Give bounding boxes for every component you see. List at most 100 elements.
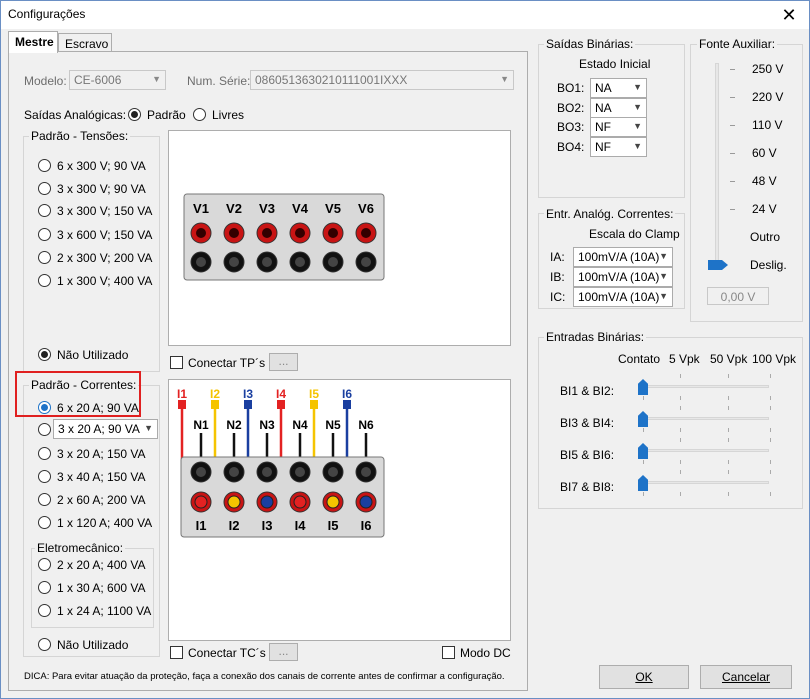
bi-tick: [643, 428, 644, 432]
bi-row-0-label: BI1 & BI2:: [560, 384, 615, 398]
eletro-opt-1-radio[interactable]: [38, 581, 51, 594]
current-label-4: I5: [328, 518, 339, 533]
tab-escravo[interactable]: Escravo: [58, 33, 112, 53]
voltage-terminal-svg: V1 V2 V3 V4 V5 V6: [183, 193, 385, 281]
current-diagram: I1 N1 I2 N2 I3 N3 I4 N4 I5 N5 I6 N6 I1 I2 I3 I4 I5 I6: [168, 379, 511, 641]
tc-browse-button[interactable]: ...: [269, 643, 298, 661]
radio-livres[interactable]: [193, 108, 206, 121]
entradas-bin-title: Entradas Binárias:: [544, 330, 647, 344]
current-plug: [359, 495, 373, 509]
modelo-select[interactable]: CE-6006 ▼: [69, 70, 166, 90]
voltage-jack-hole: [361, 228, 371, 238]
serie-select[interactable]: 0860513630210111001IXXX ▼: [250, 70, 514, 90]
eletro-opt-0-radio[interactable]: [38, 558, 51, 571]
bo-3-select[interactable]: NF ▼: [590, 117, 647, 137]
bi-tick: [728, 460, 729, 464]
voltage-diagram: V1 V2 V3 V4 V5 V6: [168, 130, 511, 346]
correntes-combo-radio[interactable]: [38, 423, 51, 436]
current-plug: [260, 495, 274, 509]
voltage-label-5: V6: [358, 201, 374, 216]
cancel-button[interactable]: Cancelar: [700, 665, 792, 689]
fonte-value-field: 0,00 V: [707, 287, 769, 305]
bo-2-select[interactable]: NA ▼: [590, 98, 647, 118]
bi-tick: [643, 396, 644, 400]
correntes-opt-3-radio[interactable]: [38, 493, 51, 506]
tensoes-opt-1-radio[interactable]: [38, 182, 51, 195]
correntes-opt-1-radio[interactable]: [38, 447, 51, 460]
bo-1-select[interactable]: NA ▼: [590, 78, 647, 98]
bi-tick: [770, 374, 771, 378]
radio-padrao[interactable]: [128, 108, 141, 121]
bi-row-1-label: BI3 & BI4:: [560, 416, 615, 430]
wire-plug: [211, 400, 219, 409]
bi-tick: [728, 438, 729, 442]
current-terminal-svg: I1 N1 I2 N2 I3 N3 I4 N4 I5 N5 I6 N6 I1 I2 I3 I4 I5 I6: [177, 387, 385, 538]
tensoes-nao-radio[interactable]: [38, 348, 51, 361]
neutral-jack-hole: [196, 467, 206, 477]
conectar-tc-checkbox[interactable]: [170, 646, 183, 659]
correntes-combo-value: 3 x 20 A; 90 VA: [58, 422, 140, 436]
clamp-0-select[interactable]: 100mV/A (10A) ▼: [573, 247, 673, 267]
modo-dc-checkbox[interactable]: [442, 646, 455, 659]
tensoes-opt-2-radio[interactable]: [38, 204, 51, 217]
tensoes-opt-3-radio[interactable]: [38, 228, 51, 241]
conectar-tp-checkbox[interactable]: [170, 356, 183, 369]
correntes-combo[interactable]: 3 x 20 A; 90 VA ▼: [53, 419, 158, 439]
fonte-tick: [730, 181, 735, 182]
radio-padrao-label: Padrão: [147, 108, 186, 122]
eletro-opt-0-label: 2 x 20 A; 400 VA: [57, 558, 146, 572]
fonte-slider-track[interactable]: [715, 63, 719, 269]
bi-tick: [680, 470, 681, 474]
ok-button[interactable]: OK: [599, 665, 689, 689]
tensoes-opt-4-radio[interactable]: [38, 251, 51, 264]
bo-3-label: BO3:: [557, 120, 585, 134]
bo-4-select[interactable]: NF ▼: [590, 137, 647, 157]
bi-row-2-slider[interactable]: [638, 449, 769, 452]
correntes-nao-radio[interactable]: [38, 638, 51, 651]
current-wire-label-5: I6: [342, 387, 352, 401]
voltage-jack-hole: [295, 228, 305, 238]
voltage-label-4: V5: [325, 201, 341, 216]
current-plug: [194, 495, 208, 509]
tensoes-opt-2-label: 3 x 300 V; 150 VA: [57, 204, 153, 218]
cancel-label: Cancelar: [721, 670, 771, 684]
correntes-opt-4-radio[interactable]: [38, 516, 51, 529]
correntes-opt-3-label: 2 x 60 A; 200 VA: [57, 493, 146, 507]
correntes-nao-label: Não Utilizado: [57, 638, 129, 652]
fonte-tick: [730, 97, 735, 98]
tensoes-opt-0-radio[interactable]: [38, 159, 51, 172]
chevron-down-icon: ▼: [659, 291, 668, 301]
correntes-opt-2-radio[interactable]: [38, 470, 51, 483]
bi-row-2-label: BI5 & BI6:: [560, 448, 615, 462]
tab-mestre[interactable]: Mestre: [8, 31, 58, 53]
bi-tick: [680, 396, 681, 400]
correntes-opt-0-radio[interactable]: [38, 401, 51, 414]
bi-row-3-slider[interactable]: [638, 481, 769, 484]
wire-plug: [343, 400, 351, 409]
conectar-tc-label: Conectar TC´s: [188, 646, 266, 660]
fonte-level-1: 220 V: [752, 90, 784, 104]
serie-value: 0860513630210111001IXXX: [255, 73, 408, 87]
neutral-jack-hole: [361, 467, 371, 477]
correntes-opt-2-label: 3 x 40 A; 150 VA: [57, 470, 146, 484]
neutral-jack-hole: [328, 467, 338, 477]
bi-tick: [680, 374, 681, 378]
modo-dc-label: Modo DC: [460, 646, 511, 660]
clamp-2-select[interactable]: 100mV/A (10A) ▼: [573, 287, 673, 307]
clamp-1-select[interactable]: 100mV/A (10A) ▼: [573, 267, 673, 287]
bi-tick: [770, 492, 771, 496]
eletro-opt-2-radio[interactable]: [38, 604, 51, 617]
saidas-bin-title: Saídas Binárias:: [544, 37, 636, 51]
neutral-jack-hole: [262, 467, 272, 477]
tensoes-opt-5-radio[interactable]: [38, 274, 51, 287]
close-icon[interactable]: ✕: [771, 3, 807, 27]
tp-browse-button[interactable]: ...: [269, 353, 298, 371]
bi-row-0-slider[interactable]: [638, 385, 769, 388]
bi-row-1-slider[interactable]: [638, 417, 769, 420]
tensoes-opt-3-label: 3 x 600 V; 150 VA: [57, 228, 153, 242]
bi-tick: [643, 460, 644, 464]
bi-tick: [770, 428, 771, 432]
clamp-1-value: 100mV/A (10A): [578, 270, 660, 284]
correntes-opt-1-label: 3 x 20 A; 150 VA: [57, 447, 146, 461]
bi-tick: [728, 492, 729, 496]
